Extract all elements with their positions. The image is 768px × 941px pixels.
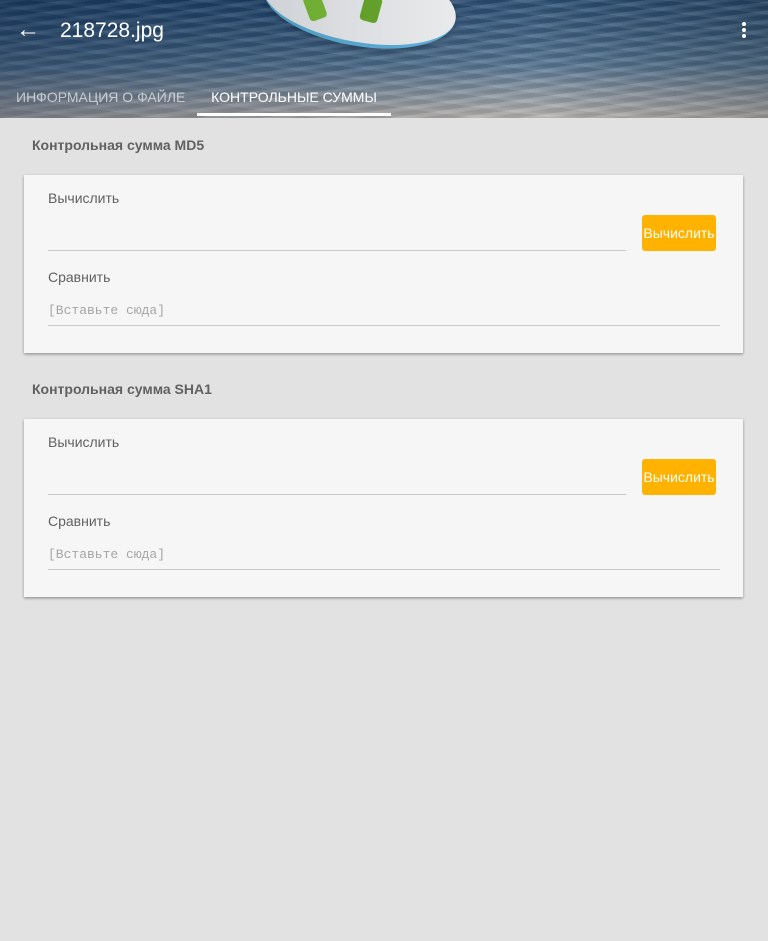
sha1-compare-label: Сравнить <box>48 513 111 529</box>
md5-compute-button[interactable]: Вычислить <box>642 215 716 251</box>
sha1-card: Вычислить Вычислить Сравнить <box>24 419 743 597</box>
more-vert-icon[interactable] <box>730 16 758 44</box>
app-header: ← 218728.jpg ИНФОРМАЦИЯ О ФАЙЛЕ КОНТРОЛЬ… <box>0 0 768 118</box>
tab-file-info[interactable]: ИНФОРМАЦИЯ О ФАЙЛЕ <box>0 82 197 116</box>
page-title: 218728.jpg <box>60 19 164 42</box>
sha1-section-title: Контрольная сумма SHA1 <box>32 381 212 397</box>
tab-checksums[interactable]: КОНТРОЛЬНЫЕ СУММЫ <box>197 82 391 116</box>
sha1-compute-button[interactable]: Вычислить <box>642 459 716 495</box>
sha1-compute-label: Вычислить <box>48 434 120 450</box>
md5-card: Вычислить Вычислить Сравнить <box>24 175 743 353</box>
arrow-back-icon[interactable]: ← <box>12 16 44 44</box>
md5-compare-input[interactable] <box>48 295 720 326</box>
sha1-compare-input[interactable] <box>48 539 720 570</box>
md5-compute-label: Вычислить <box>48 190 120 206</box>
sha1-computed-field[interactable] <box>48 463 626 495</box>
md5-computed-field[interactable] <box>48 219 626 251</box>
tab-selected-indicator <box>197 113 391 116</box>
md5-section-title: Контрольная сумма MD5 <box>32 137 205 153</box>
md5-compare-label: Сравнить <box>48 269 111 285</box>
